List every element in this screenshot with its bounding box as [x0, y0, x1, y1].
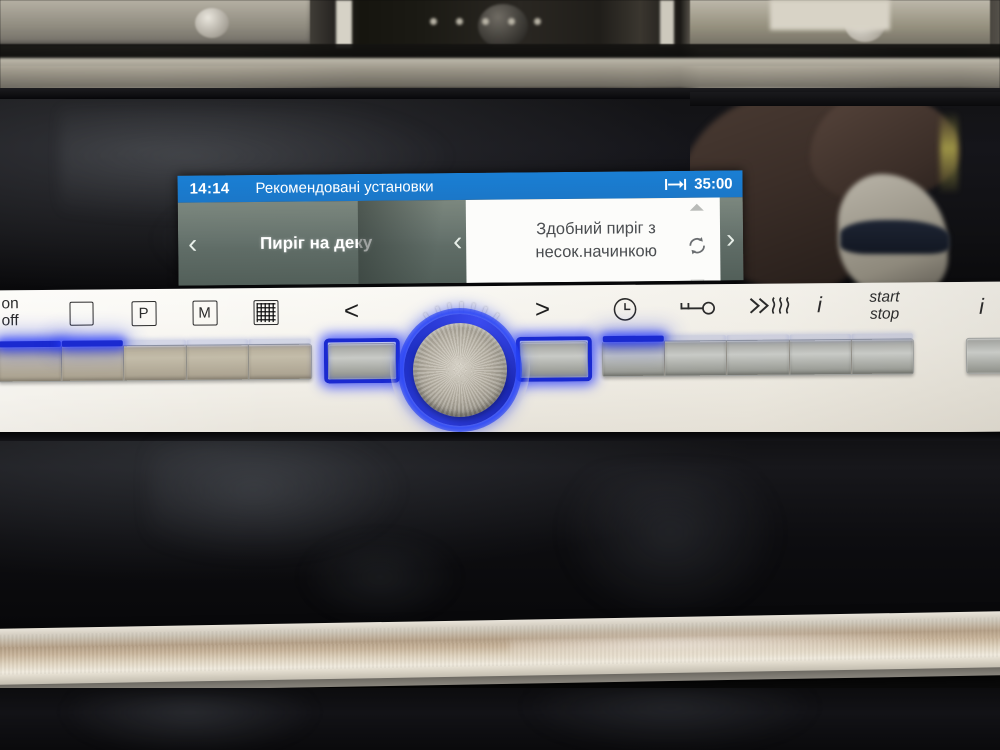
child-lock-button[interactable]: [664, 335, 728, 376]
recipe-selector-box[interactable]: Здобний пиріг з несок.начинкою: [465, 197, 721, 286]
reflected-panel-left: [0, 0, 310, 46]
door-seam: [0, 432, 1000, 441]
rotary-selector[interactable]: [390, 298, 530, 438]
navigate-left-button[interactable]: [323, 337, 401, 384]
off-label: off: [1, 311, 19, 330]
letter-m-icon: M: [191, 300, 218, 326]
grid-icon: [252, 299, 279, 326]
grid-menu-label: [250, 299, 280, 329]
led-indicator: [186, 339, 249, 346]
oven-door-glass: [0, 432, 1000, 628]
led-indicator: [789, 333, 851, 341]
reflected-cuff: [840, 220, 950, 254]
square-icon: [69, 301, 94, 326]
memory-button[interactable]: [186, 339, 250, 380]
lower-reflection-1: [60, 694, 320, 750]
right-button-strip: [601, 333, 915, 378]
programs-button[interactable]: [123, 339, 187, 381]
stop-label: stop: [869, 305, 900, 323]
recipe-prev-chevron-icon[interactable]: ‹: [453, 226, 462, 256]
recipe-scrollbar[interactable]: [680, 198, 715, 286]
cook-duration: 35:00: [694, 175, 733, 193]
cooking-mode-name[interactable]: Пиріг на деку: [197, 232, 453, 254]
led-indicator: [61, 340, 124, 347]
chevron-left-icon[interactable]: ‹: [188, 229, 197, 259]
chevron-right-icon[interactable]: ›: [726, 223, 735, 253]
reflected-metal-trim: [0, 58, 1000, 88]
letter-p-icon: P: [130, 300, 157, 327]
duration-icon: [664, 178, 686, 191]
lower-reflection-2: [520, 688, 820, 750]
edge-button[interactable]: [965, 337, 1000, 374]
lcd-display[interactable]: 14:14 Рекомендовані установки 35:00 ‹ Пи…: [177, 170, 744, 286]
timer-label: [609, 297, 639, 326]
oven-function-label: [66, 301, 96, 330]
led-indicator: [123, 339, 186, 347]
left-button-strip: [0, 338, 313, 383]
fast-preheat-button[interactable]: [727, 334, 790, 376]
reflected-divider-left: [336, 0, 352, 48]
on-off-button[interactable]: [0, 340, 62, 382]
led-halo: [323, 337, 401, 384]
door-reflection-2: [560, 472, 780, 622]
led-indicator: [727, 334, 789, 342]
key-icon: [676, 300, 716, 320]
reflected-wall: [770, 0, 890, 30]
clock-readout: 14:14: [189, 180, 230, 198]
navigate-right-label: >: [534, 293, 551, 324]
recipe-name: Здобний пиріг з несок.начинкою: [506, 217, 686, 263]
screen-title: Рекомендовані установки: [255, 178, 434, 197]
display-content: ‹ Пиріг на деку ‹ Здобний пиріг з несок.…: [177, 197, 744, 286]
start-stop-button[interactable]: [851, 333, 914, 374]
door-reflection-3: [300, 532, 460, 622]
knob-face[interactable]: [413, 323, 507, 417]
navigate-left-label: <: [343, 295, 360, 326]
programs-label: P: [128, 300, 158, 327]
led-indicator: [602, 335, 665, 343]
recipe-name-line2: несок.начинкою: [535, 241, 658, 261]
reflection-top-edge: [690, 92, 1000, 106]
start-label: start: [869, 288, 900, 306]
on-label: on: [1, 295, 19, 313]
lower-door-glass: [0, 688, 1000, 750]
duration-group: 35:00: [664, 175, 733, 193]
grid-menu-button[interactable]: [249, 338, 312, 380]
recipe-name-line1: Здобний пиріг з: [536, 219, 656, 239]
navigate-right-button[interactable]: [515, 336, 593, 382]
child-lock-label: [674, 300, 718, 320]
led-indicator: [664, 335, 727, 342]
timer-button[interactable]: [602, 335, 666, 377]
triangle-up-icon[interactable]: [689, 203, 704, 211]
led-indicator: [851, 333, 913, 340]
oven-control-panel-photo: 14:14 Рекомендовані установки 35:00 ‹ Пи…: [0, 0, 1000, 750]
reflected-divider-right: [660, 0, 674, 46]
led-indicator: [249, 338, 311, 346]
led-indicator: [0, 340, 61, 348]
clock-icon: [612, 297, 637, 326]
start-stop-label: start stop: [849, 288, 919, 323]
info-button[interactable]: [789, 333, 852, 375]
cycle-arrows-icon[interactable]: [686, 234, 708, 256]
oven-function-button[interactable]: [61, 340, 125, 381]
reflected-knob-left: [195, 8, 229, 38]
info-label: i: [816, 292, 823, 318]
edge-info-label: i: [978, 293, 985, 319]
on-off-label: on off: [1, 295, 19, 330]
fast-preheat-label: [744, 293, 800, 323]
reflected-button-dots: [430, 18, 550, 28]
reflected-glint: [940, 112, 958, 192]
memory-label: M: [189, 300, 219, 326]
